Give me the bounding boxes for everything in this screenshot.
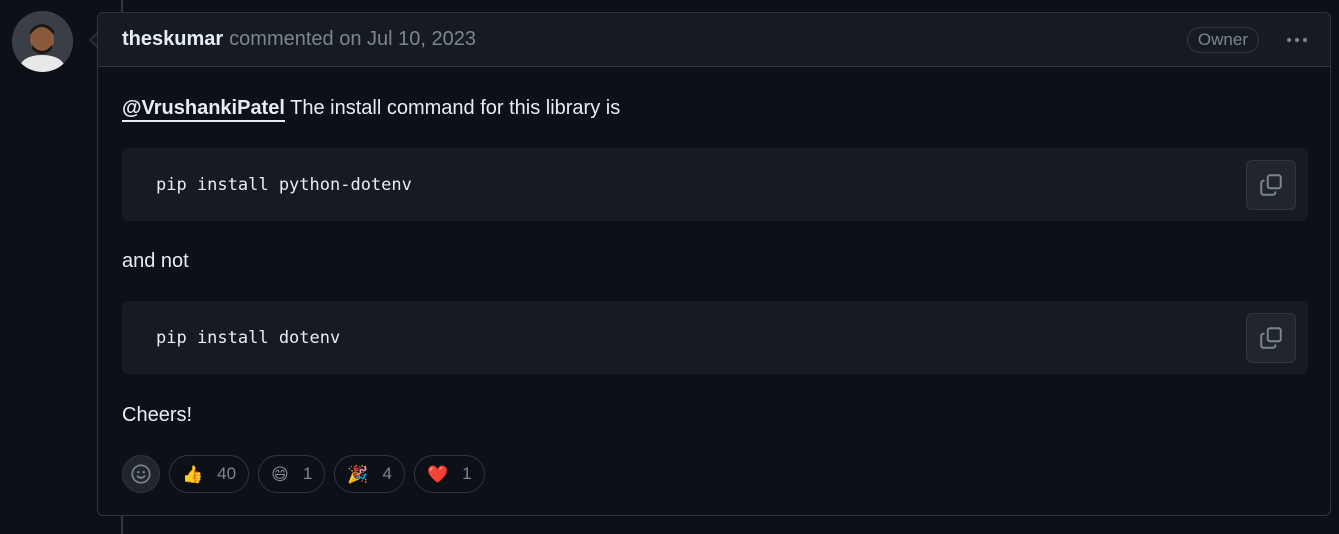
- reaction-count: 40: [217, 464, 237, 483]
- user-avatar-icon: [12, 11, 73, 72]
- code-block: pip install dotenv: [122, 301, 1308, 374]
- laugh-icon: 😄: [271, 464, 289, 484]
- owner-badge: Owner: [1186, 27, 1259, 53]
- avatar[interactable]: [12, 11, 73, 72]
- copy-button[interactable]: [1246, 313, 1296, 363]
- smiley-icon: [131, 464, 151, 484]
- thumbs-up-icon: 👍: [182, 464, 204, 484]
- code-block: pip install python-dotenv: [122, 148, 1308, 221]
- middle-paragraph: and not: [122, 250, 189, 272]
- code-line: pip install python-dotenv: [156, 174, 412, 195]
- intro-paragraph: @VrushankiPatel The install command for …: [122, 97, 621, 122]
- author-link[interactable]: theskumar: [122, 28, 223, 51]
- kebab-dot-icon: [1295, 38, 1299, 42]
- add-reaction-button[interactable]: [122, 455, 160, 493]
- reaction-hooray[interactable]: 🎉 4: [334, 455, 405, 493]
- party-popper-icon: 🎉: [347, 464, 369, 484]
- comment-card: theskumar commented on Jul 10, 2023 Owne…: [97, 12, 1331, 516]
- reaction-thumbs-up[interactable]: 👍 40: [169, 455, 250, 493]
- code-line: pip install dotenv: [156, 327, 341, 348]
- user-mention-link[interactable]: @VrushankiPatel: [122, 97, 285, 122]
- comment-header: theskumar commented on Jul 10, 2023 Owne…: [98, 13, 1330, 67]
- reaction-count: 1: [302, 464, 313, 483]
- more-options-button[interactable]: [1280, 27, 1314, 53]
- reaction-heart[interactable]: ❤️ 1: [413, 455, 485, 493]
- intro-text: The install command for this library is: [290, 97, 621, 119]
- reaction-count: 4: [382, 464, 392, 483]
- reaction-laugh[interactable]: 😄 1: [258, 455, 326, 493]
- copy-icon: [1260, 327, 1282, 349]
- heart-icon: ❤️: [426, 464, 449, 484]
- copy-icon: [1260, 174, 1282, 196]
- comment-timestamp[interactable]: commented on Jul 10, 2023: [229, 28, 476, 51]
- copy-button[interactable]: [1246, 160, 1296, 210]
- reaction-count: 1: [462, 464, 472, 483]
- closing-paragraph: Cheers!: [122, 404, 193, 426]
- kebab-dot-icon: [1287, 38, 1291, 42]
- kebab-dot-icon: [1303, 38, 1307, 42]
- reactions-bar: 👍 40 😄 1 🎉 4 ❤️ 1: [122, 455, 485, 493]
